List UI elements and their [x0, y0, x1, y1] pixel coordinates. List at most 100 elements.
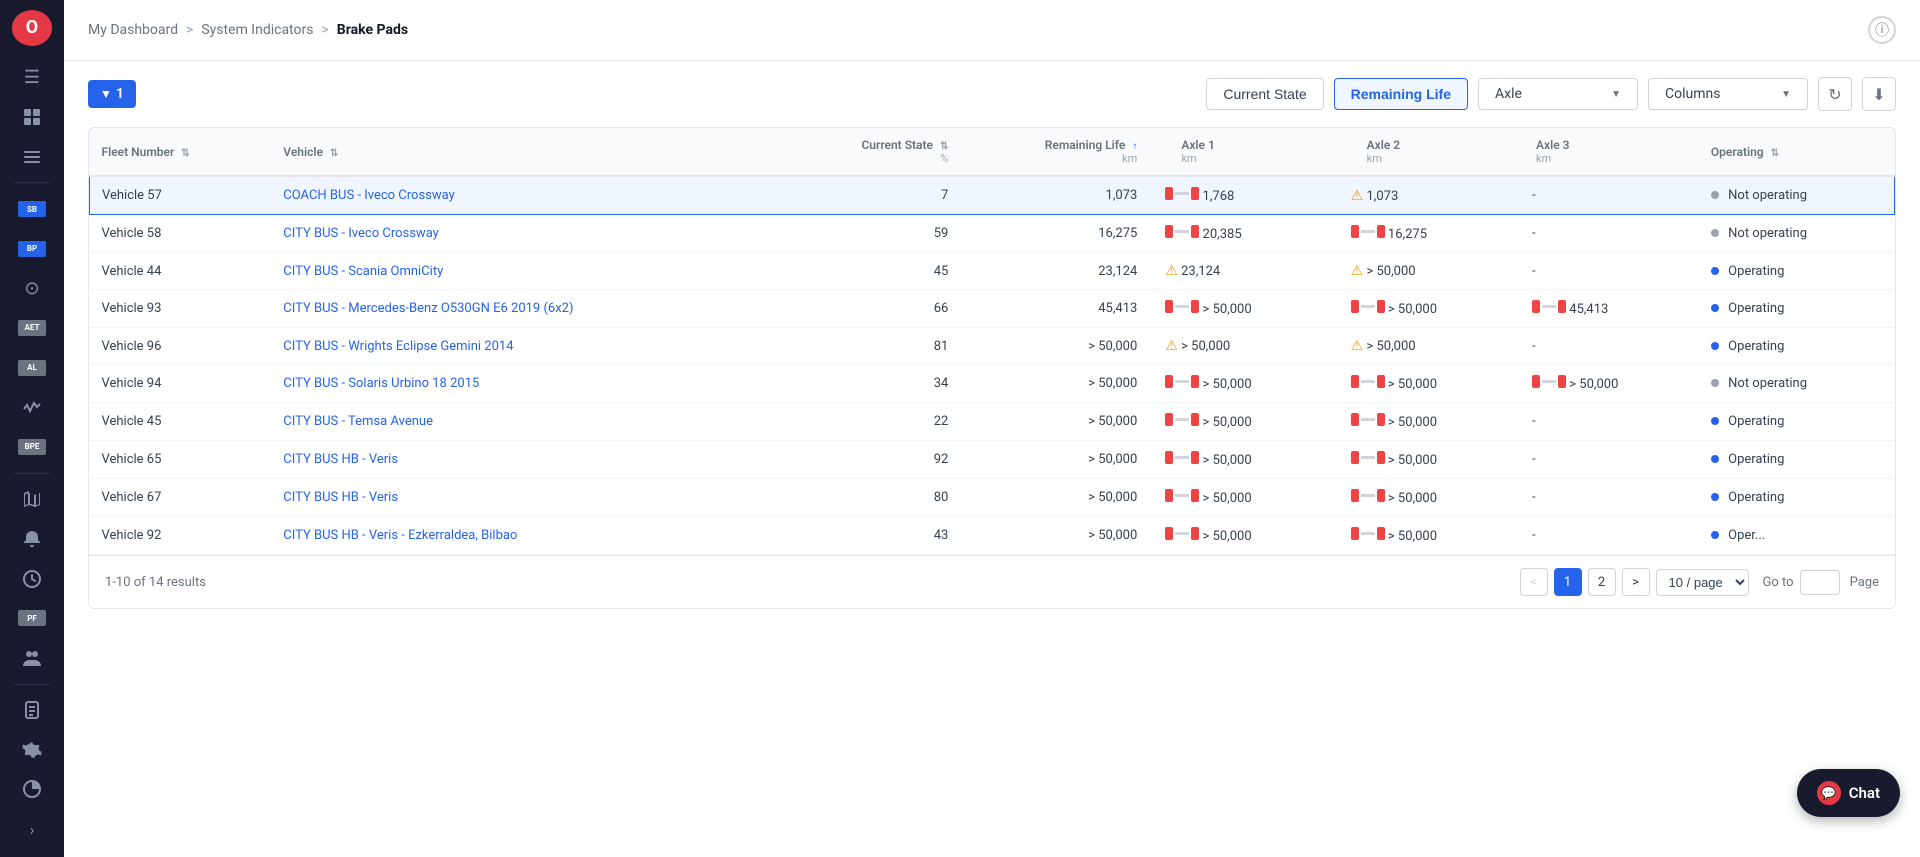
table-row[interactable]: Vehicle 58 CITY BUS - Iveco Crossway 59 …	[90, 215, 1895, 253]
cell-remaining-life: > 50,000	[960, 403, 1149, 441]
breadcrumb-sep-1: >	[186, 22, 193, 38]
cell-axle3: 45,413	[1520, 290, 1699, 328]
per-page-select[interactable]: 10 / page 20 / page 50 / page	[1656, 569, 1749, 596]
cell-axle2: > 50,000	[1335, 290, 1520, 328]
page-1-btn[interactable]: 1	[1554, 568, 1582, 596]
sidebar-expand-btn[interactable]: ›	[12, 811, 52, 847]
breadcrumb: My Dashboard > System Indicators > Brake…	[88, 22, 1868, 38]
table-row[interactable]: Vehicle 45 CITY BUS - Temsa Avenue 22 > …	[90, 403, 1895, 441]
current-state-btn[interactable]: Current State	[1206, 78, 1323, 110]
goto-input[interactable]	[1800, 570, 1840, 595]
sidebar-menu-toggle[interactable]: ☰	[12, 60, 52, 96]
bpe-badge: BPE	[18, 439, 46, 455]
results-count: 1-10 of 14 results	[105, 575, 1520, 590]
axle-critical-icon	[1351, 413, 1385, 426]
col-remaining-life[interactable]: Remaining Life ↑ km	[960, 128, 1149, 176]
cell-axle1: > 50,000	[1149, 441, 1334, 479]
chat-button[interactable]: 💬 Chat	[1797, 769, 1900, 817]
cell-axle2: ⚠ > 50,000	[1335, 328, 1520, 365]
table-row[interactable]: Vehicle 65 CITY BUS HB - Veris 92 > 50,0…	[90, 441, 1895, 479]
filter-badge[interactable]: ▼ 1	[88, 80, 136, 108]
cell-operating: Not operating	[1699, 176, 1895, 215]
main-content: My Dashboard > System Indicators > Brake…	[64, 0, 1920, 857]
operating-text: Operating	[1728, 414, 1784, 429]
cell-vehicle[interactable]: CITY BUS HB - Veris - Ezkerraldea, Bilba…	[271, 517, 780, 555]
cell-axle3: -	[1520, 253, 1699, 290]
cell-operating: Operating	[1699, 290, 1895, 328]
cell-axle1: > 50,000	[1149, 517, 1334, 555]
sb-badge: SB	[18, 201, 46, 217]
sidebar-indicator[interactable]: ⊙	[12, 271, 52, 307]
table-row[interactable]: Vehicle 44 CITY BUS - Scania OmniCity 45…	[90, 253, 1895, 290]
col-fleet-number[interactable]: Fleet Number ⇅	[90, 128, 272, 176]
cell-axle3: -	[1520, 215, 1699, 253]
refresh-button[interactable]: ↻	[1818, 77, 1852, 111]
col-vehicle[interactable]: Vehicle ⇅	[271, 128, 780, 176]
breadcrumb-sep-2: >	[321, 22, 328, 38]
table-row[interactable]: Vehicle 93 CITY BUS - Mercedes-Benz O530…	[90, 290, 1895, 328]
axle-dropdown[interactable]: Axle ▼	[1478, 78, 1638, 110]
col-current-state[interactable]: Current State ⇅ %	[781, 128, 961, 176]
sidebar-activity[interactable]	[12, 389, 52, 425]
table-row[interactable]: Vehicle 96 CITY BUS - Wrights Eclipse Ge…	[90, 328, 1895, 365]
sidebar-piechart[interactable]	[12, 772, 52, 808]
cell-vehicle[interactable]: CITY BUS - Iveco Crossway	[271, 215, 780, 253]
cell-vehicle[interactable]: COACH BUS - Iveco Crossway	[271, 176, 780, 215]
axle-warning-icon: ⚠	[1165, 263, 1178, 279]
data-table: Fleet Number ⇅ Vehicle ⇅ Current State ⇅…	[88, 127, 1896, 609]
cell-vehicle[interactable]: CITY BUS - Temsa Avenue	[271, 403, 780, 441]
sidebar-dashboard[interactable]	[12, 99, 52, 135]
columns-dropdown[interactable]: Columns ▼	[1648, 78, 1808, 110]
sidebar-docs[interactable]	[12, 692, 52, 728]
breadcrumb-item-dashboard[interactable]: My Dashboard	[88, 22, 178, 38]
cell-axle1: ⚠ > 50,000	[1149, 328, 1334, 365]
cell-remaining-life: > 50,000	[960, 517, 1149, 555]
download-button[interactable]: ⬇	[1862, 77, 1896, 111]
app-logo[interactable]: O	[12, 10, 52, 46]
cell-vehicle[interactable]: CITY BUS - Wrights Eclipse Gemini 2014	[271, 328, 780, 365]
cell-remaining-life: > 50,000	[960, 365, 1149, 403]
cell-fleet-number: Vehicle 57	[90, 176, 272, 215]
axle-critical-icon	[1351, 527, 1385, 540]
cell-axle3: -	[1520, 403, 1699, 441]
cell-vehicle[interactable]: CITY BUS - Scania OmniCity	[271, 253, 780, 290]
page-2-btn[interactable]: 2	[1588, 568, 1616, 596]
cell-vehicle[interactable]: CITY BUS HB - Veris	[271, 479, 780, 517]
cell-fleet-number: Vehicle 45	[90, 403, 272, 441]
sidebar-clock[interactable]	[12, 561, 52, 597]
prev-page-btn[interactable]: <	[1520, 568, 1548, 596]
table-row[interactable]: Vehicle 67 CITY BUS HB - Veris 80 > 50,0…	[90, 479, 1895, 517]
axle-dropdown-label: Axle	[1495, 86, 1522, 102]
remaining-life-btn[interactable]: Remaining Life	[1334, 78, 1468, 110]
sidebar-bpe-label: BPE	[12, 429, 52, 465]
cell-fleet-number: Vehicle 65	[90, 441, 272, 479]
axle-critical-icon	[1165, 187, 1199, 200]
cell-vehicle[interactable]: CITY BUS - Mercedes-Benz O530GN E6 2019 …	[271, 290, 780, 328]
axle-warning-icon: ⚠	[1351, 188, 1364, 204]
sidebar-people[interactable]	[12, 640, 52, 676]
sidebar-bell[interactable]	[12, 521, 52, 557]
sidebar-list[interactable]	[12, 139, 52, 175]
cell-axle2: ⚠ > 50,000	[1335, 253, 1520, 290]
cell-vehicle[interactable]: CITY BUS - Solaris Urbino 18 2015	[271, 365, 780, 403]
table-row[interactable]: Vehicle 57 COACH BUS - Iveco Crossway 7 …	[90, 176, 1895, 215]
axle-critical-icon	[1165, 489, 1199, 502]
cell-axle1: > 50,000	[1149, 290, 1334, 328]
cell-remaining-life: 1,073	[960, 176, 1149, 215]
sidebar-settings[interactable]	[12, 732, 52, 768]
col-operating[interactable]: Operating ⇅	[1699, 128, 1895, 176]
sidebar-map[interactable]	[12, 481, 52, 517]
operating-text: Operating	[1728, 490, 1784, 505]
next-page-btn[interactable]: >	[1622, 568, 1650, 596]
sidebar-sb-label: SB	[12, 191, 52, 227]
cell-vehicle[interactable]: CITY BUS HB - Veris	[271, 441, 780, 479]
cell-axle1: 1,768	[1149, 176, 1334, 215]
info-button[interactable]: ⓘ	[1868, 16, 1896, 44]
breadcrumb-item-system[interactable]: System Indicators	[201, 22, 313, 38]
status-dot	[1711, 304, 1719, 312]
axle-critical-icon	[1532, 375, 1566, 388]
table-row[interactable]: Vehicle 94 CITY BUS - Solaris Urbino 18 …	[90, 365, 1895, 403]
axle-critical-icon	[1351, 300, 1385, 313]
axle-critical-icon	[1351, 489, 1385, 502]
table-row[interactable]: Vehicle 92 CITY BUS HB - Veris - Ezkerra…	[90, 517, 1895, 555]
